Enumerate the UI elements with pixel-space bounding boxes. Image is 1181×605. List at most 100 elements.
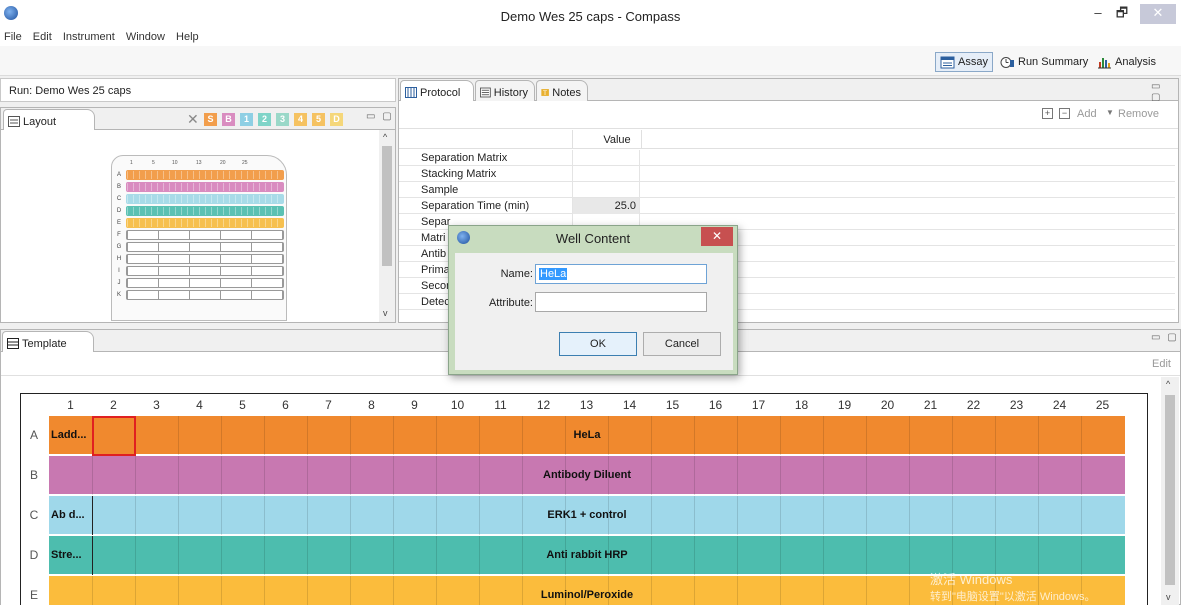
analysis-perspective-button[interactable]: Analysis xyxy=(1093,52,1160,72)
filter-chip-4[interactable]: 4 xyxy=(294,113,307,126)
protocol-row-value[interactable] xyxy=(572,182,640,198)
tab-history[interactable]: History xyxy=(475,80,535,101)
dialog-body: Name: HeLa Attribute: OK Cancel xyxy=(455,253,733,370)
remove-dropdown-arrow-icon[interactable]: ▼ xyxy=(1106,108,1114,117)
maximize-button[interactable]: 🗗 xyxy=(1112,4,1132,24)
filter-chip-1[interactable]: 1 xyxy=(240,113,253,126)
template-row-c[interactable]: Ab d... ERK1 + control xyxy=(49,496,1125,535)
menu-instrument[interactable]: Instrument xyxy=(59,30,119,44)
plate-row[interactable] xyxy=(126,194,284,204)
filter-chip-2[interactable]: 2 xyxy=(258,113,271,126)
close-button[interactable]: ✕ xyxy=(1140,4,1176,24)
plate-row[interactable] xyxy=(126,278,284,288)
clear-filter-icon[interactable]: ✕ xyxy=(187,111,199,128)
scroll-up-icon[interactable]: ^ xyxy=(383,132,387,142)
plate-row[interactable] xyxy=(126,254,284,264)
protocol-row-value[interactable] xyxy=(572,150,640,166)
plate-row[interactable] xyxy=(126,290,284,300)
minimize-button[interactable]: – xyxy=(1088,4,1108,24)
protocol-row[interactable]: Stacking Matrix xyxy=(399,166,1175,182)
protocol-row-name: Sample xyxy=(421,184,459,196)
column-number: 15 xyxy=(665,398,680,412)
layout-scroll-thumb[interactable] xyxy=(382,146,392,266)
dialog-close-button[interactable]: ✕ xyxy=(701,227,733,246)
plate-row-label: J xyxy=(117,280,121,286)
filter-chip-3[interactable]: 3 xyxy=(276,113,289,126)
plate-row[interactable] xyxy=(126,242,284,252)
notes-icon: T xyxy=(541,89,549,97)
run-summary-perspective-button[interactable]: Run Summary xyxy=(996,52,1092,72)
plate-row[interactable] xyxy=(126,266,284,276)
plate-diagram: 1 5 10 13 20 25 A B C D E F G H I J K xyxy=(111,155,287,321)
protocol-row[interactable]: Separation Time (min) 25.0 xyxy=(399,198,1175,214)
column-number: 21 xyxy=(923,398,938,412)
template-scroll-thumb[interactable] xyxy=(1165,395,1175,585)
scroll-down-icon[interactable]: v xyxy=(383,308,388,318)
tab-protocol[interactable]: Protocol xyxy=(400,80,474,101)
analysis-label: Analysis xyxy=(1115,56,1156,68)
activation-watermark-title: 激活 Windows xyxy=(930,572,1013,587)
add-button[interactable]: Add xyxy=(1077,108,1097,120)
attribute-input[interactable] xyxy=(535,292,707,312)
template-scroll-down-icon[interactable]: v xyxy=(1166,592,1171,602)
plate-row[interactable] xyxy=(126,206,284,216)
plate-row[interactable] xyxy=(126,170,284,180)
protocol-row-name: Stacking Matrix xyxy=(421,168,497,180)
column-number: 8 xyxy=(368,398,375,412)
protocol-tabstrip: Protocol History T Notes ▭ ▢ xyxy=(399,79,1178,103)
cancel-button[interactable]: Cancel xyxy=(643,332,721,356)
column-number: 12 xyxy=(536,398,551,412)
name-input[interactable]: HeLa xyxy=(535,264,707,284)
protocol-row-name: Separation Time (min) xyxy=(421,200,530,212)
layout-panel-minmax-icon[interactable]: ▭ ▢ xyxy=(366,111,394,122)
plate-row[interactable] xyxy=(126,218,284,228)
template-row-b[interactable]: Antibody Diluent xyxy=(49,456,1125,495)
assay-perspective-button[interactable]: Assay xyxy=(935,52,993,72)
column-number: 19 xyxy=(837,398,852,412)
tab-template[interactable]: Template xyxy=(2,331,94,352)
menu-window[interactable]: Window xyxy=(122,30,169,44)
protocol-row[interactable]: Sample xyxy=(399,182,1175,198)
edit-button[interactable]: Edit xyxy=(1152,358,1171,370)
protocol-row-value[interactable]: 25.0 xyxy=(572,198,640,214)
notes-tab-label: Notes xyxy=(552,86,581,99)
tab-layout[interactable]: Layout xyxy=(3,109,95,130)
protocol-panel-minmax-icon[interactable]: ▭ ▢ xyxy=(1151,81,1178,103)
layout-tab-label: Layout xyxy=(23,115,57,128)
filter-chip-5[interactable]: 5 xyxy=(312,113,325,126)
selected-cell[interactable] xyxy=(92,416,136,456)
column-number: 10 xyxy=(450,398,465,412)
protocol-row-value[interactable] xyxy=(572,166,640,182)
filter-chip-d[interactable]: D xyxy=(330,113,343,126)
row-content-label: HeLa xyxy=(573,429,601,441)
collapse-all-icon[interactable]: − xyxy=(1059,108,1070,119)
filter-chip-b[interactable]: B xyxy=(222,113,235,126)
column-number: 17 xyxy=(751,398,766,412)
plate-row[interactable] xyxy=(126,230,284,240)
template-scrollbar[interactable]: ^ v xyxy=(1161,377,1179,605)
plate-row[interactable] xyxy=(126,182,284,192)
menu-help[interactable]: Help xyxy=(172,30,203,44)
column-number: 6 xyxy=(282,398,289,412)
filter-chip-s[interactable]: S xyxy=(204,113,217,126)
tab-notes[interactable]: T Notes xyxy=(536,80,588,101)
layout-scrollbar[interactable]: ^ v xyxy=(379,130,395,322)
remove-button[interactable]: Remove xyxy=(1118,108,1159,120)
template-scroll-up-icon[interactable]: ^ xyxy=(1166,379,1170,389)
column-number: 3 xyxy=(153,398,160,412)
expand-all-icon[interactable]: + xyxy=(1042,108,1053,119)
row-content-label: Anti rabbit HRP xyxy=(546,549,628,561)
column-number: 20 xyxy=(880,398,895,412)
menu-file[interactable]: File xyxy=(0,30,26,44)
ok-button[interactable]: OK xyxy=(559,332,637,356)
template-panel-minmax-icon[interactable]: ▭ ▢ xyxy=(1151,332,1179,343)
run-summary-icon xyxy=(1000,56,1014,68)
menu-edit[interactable]: Edit xyxy=(29,30,56,44)
row-header: B xyxy=(29,468,38,482)
plate-col-label: 25 xyxy=(242,160,248,166)
layout-icon xyxy=(8,116,20,127)
row-header: E xyxy=(29,588,38,602)
template-row-a[interactable]: Ladd... HeLa xyxy=(49,416,1125,455)
protocol-row[interactable]: Separation Matrix xyxy=(399,150,1175,166)
column-number: 16 xyxy=(708,398,723,412)
